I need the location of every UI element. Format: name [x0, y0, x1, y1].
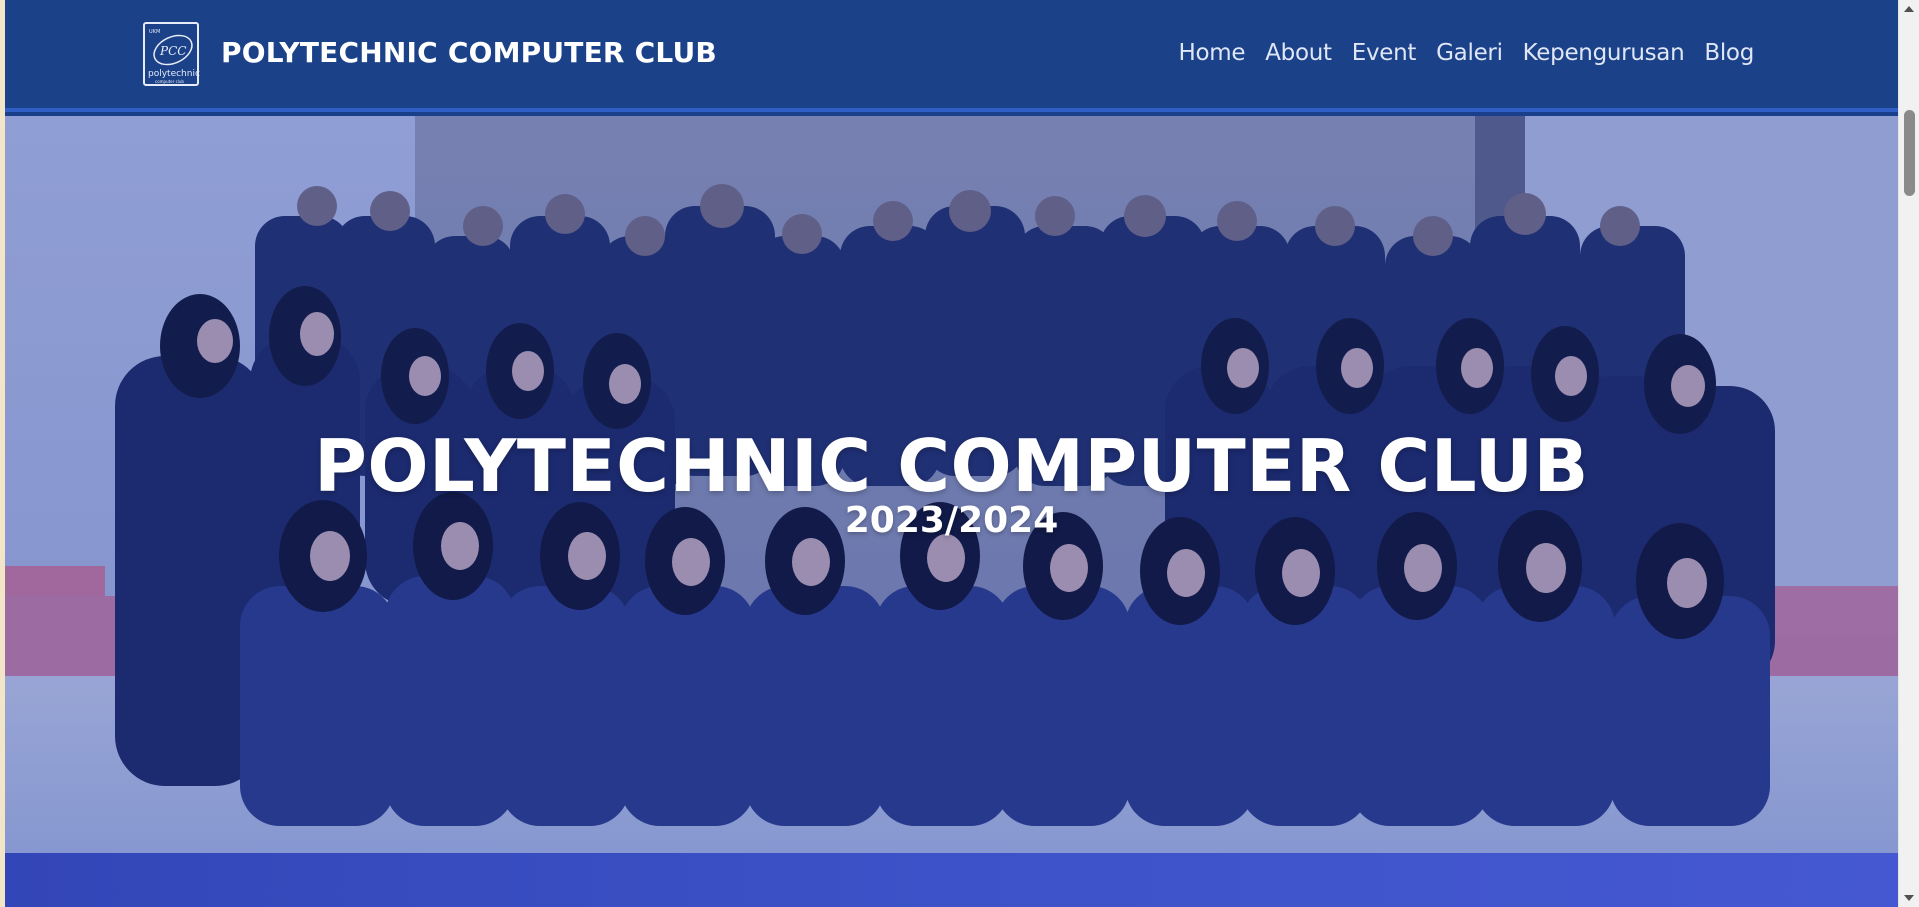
main-nav: Home About Event Galeri Kepengurusan Blo… [1179, 40, 1755, 66]
logo-main-text: PCC [159, 44, 186, 58]
scroll-thumb[interactable] [1904, 110, 1915, 196]
scroll-up-arrow-icon[interactable] [1904, 6, 1914, 12]
navbar: UKM PCC polytechnic computer club POLYTE… [5, 0, 1898, 112]
nav-blog[interactable]: Blog [1704, 40, 1754, 66]
nav-kepengurusan[interactable]: Kepengurusan [1523, 40, 1685, 66]
hero-section: POLYTECHNIC COMPUTER CLUB 2023/2024 [5, 116, 1898, 853]
nav-home[interactable]: Home [1179, 40, 1246, 66]
brand-title[interactable]: POLYTECHNIC COMPUTER CLUB [221, 36, 717, 69]
hero-title: POLYTECHNIC COMPUTER CLUB [314, 424, 1589, 508]
next-section-band [5, 853, 1898, 907]
logo-sub-text: polytechnic [148, 69, 200, 79]
brand[interactable]: UKM PCC polytechnic computer club POLYTE… [143, 22, 717, 86]
nav-galeri[interactable]: Galeri [1436, 40, 1503, 66]
browser-viewport: UKM PCC polytechnic computer club POLYTE… [5, 0, 1898, 907]
club-logo[interactable]: UKM PCC polytechnic computer club [143, 22, 200, 86]
nav-event[interactable]: Event [1352, 40, 1417, 66]
logo-small-text: computer club [155, 79, 184, 84]
vertical-scrollbar[interactable] [1898, 0, 1919, 907]
logo-top-text: UKM [149, 29, 160, 35]
scroll-down-arrow-icon[interactable] [1904, 895, 1914, 901]
nav-about[interactable]: About [1265, 40, 1332, 66]
hero-subtitle: 2023/2024 [844, 500, 1059, 541]
